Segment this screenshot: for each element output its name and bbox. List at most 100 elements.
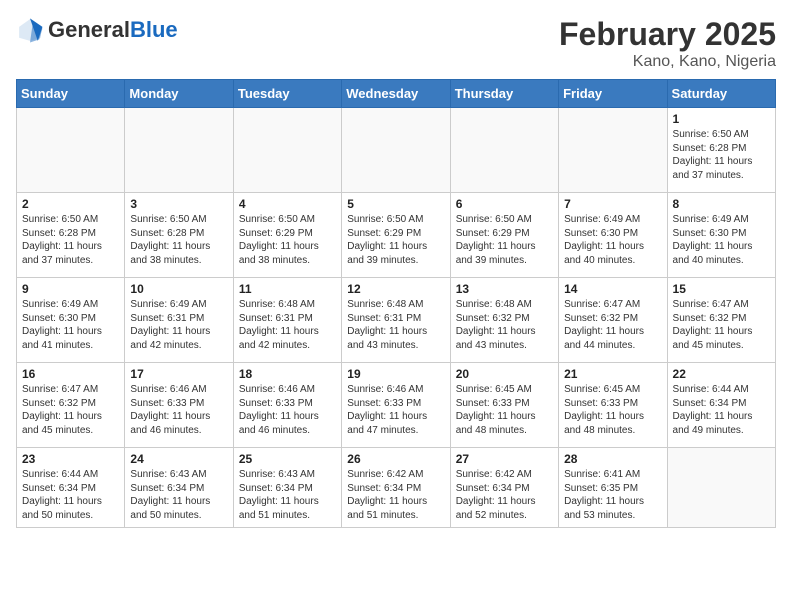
day-info: Sunrise: 6:41 AM Sunset: 6:35 PM Dayligh… (564, 468, 661, 522)
calendar-day-cell: 11 Sunrise: 6:48 AM Sunset: 6:31 PM Dayli… (233, 278, 341, 363)
calendar-day-cell: 27 Sunrise: 6:42 AM Sunset: 6:34 PM Dayli… (450, 448, 558, 528)
day-info: Sunrise: 6:42 AM Sunset: 6:34 PM Dayligh… (347, 468, 444, 522)
day-number: 15 (673, 282, 770, 296)
day-info: Sunrise: 6:46 AM Sunset: 6:33 PM Dayligh… (347, 383, 444, 437)
day-info: Sunrise: 6:44 AM Sunset: 6:34 PM Dayligh… (22, 468, 119, 522)
calendar-day-cell: 12 Sunrise: 6:48 AM Sunset: 6:31 PM Dayli… (342, 278, 450, 363)
calendar-week-3: 9 Sunrise: 6:49 AM Sunset: 6:30 PM Daylig… (17, 278, 776, 363)
calendar-day-cell: 18 Sunrise: 6:46 AM Sunset: 6:33 PM Dayli… (233, 363, 341, 448)
day-number: 22 (673, 367, 770, 381)
day-info: Sunrise: 6:49 AM Sunset: 6:30 PM Dayligh… (673, 213, 770, 267)
weekday-header-saturday: Saturday (667, 80, 775, 108)
calendar-day-cell: 26 Sunrise: 6:42 AM Sunset: 6:34 PM Dayli… (342, 448, 450, 528)
day-info: Sunrise: 6:50 AM Sunset: 6:29 PM Dayligh… (347, 213, 444, 267)
calendar-week-1: 1Sunrise: 6:50 AM Sunset: 6:28 PM Daylig… (17, 108, 776, 193)
calendar-day-cell: 19 Sunrise: 6:46 AM Sunset: 6:33 PM Dayli… (342, 363, 450, 448)
calendar-week-2: 2 Sunrise: 6:50 AM Sunset: 6:28 PM Daylig… (17, 193, 776, 278)
day-number: 10 (130, 282, 227, 296)
day-info: Sunrise: 6:43 AM Sunset: 6:34 PM Dayligh… (130, 468, 227, 522)
calendar-day-cell: 23 Sunrise: 6:44 AM Sunset: 6:34 PM Dayli… (17, 448, 125, 528)
logo-icon (16, 16, 44, 44)
day-number: 16 (22, 367, 119, 381)
day-info: Sunrise: 6:46 AM Sunset: 6:33 PM Dayligh… (130, 383, 227, 437)
calendar-day-cell (17, 108, 125, 193)
day-info: Sunrise: 6:45 AM Sunset: 6:33 PM Dayligh… (456, 383, 553, 437)
day-number: 26 (347, 452, 444, 466)
day-info: Sunrise: 6:49 AM Sunset: 6:31 PM Dayligh… (130, 298, 227, 352)
logo-text: General Blue (48, 18, 178, 42)
day-number: 25 (239, 452, 336, 466)
day-number: 24 (130, 452, 227, 466)
calendar-day-cell: 8 Sunrise: 6:49 AM Sunset: 6:30 PM Daylig… (667, 193, 775, 278)
weekday-header-thursday: Thursday (450, 80, 558, 108)
logo: General Blue (16, 16, 178, 44)
day-number: 17 (130, 367, 227, 381)
calendar-day-cell: 6Sunrise: 6:50 AM Sunset: 6:29 PM Daylig… (450, 193, 558, 278)
calendar-day-cell: 4Sunrise: 6:50 AM Sunset: 6:29 PM Daylig… (233, 193, 341, 278)
location-title: Kano, Kano, Nigeria (559, 53, 776, 71)
calendar-day-cell: 17 Sunrise: 6:46 AM Sunset: 6:33 PM Dayli… (125, 363, 233, 448)
calendar-day-cell: 15 Sunrise: 6:47 AM Sunset: 6:32 PM Dayli… (667, 278, 775, 363)
day-info: Sunrise: 6:50 AM Sunset: 6:28 PM Dayligh… (130, 213, 227, 267)
day-number: 27 (456, 452, 553, 466)
day-number: 2 (22, 197, 119, 211)
day-number: 5 (347, 197, 444, 211)
weekday-header-friday: Friday (559, 80, 667, 108)
page-header: General Blue February 2025 Kano, Kano, N… (16, 16, 776, 71)
calendar-day-cell: 14 Sunrise: 6:47 AM Sunset: 6:32 PM Dayli… (559, 278, 667, 363)
day-info: Sunrise: 6:48 AM Sunset: 6:31 PM Dayligh… (239, 298, 336, 352)
calendar-day-cell: 22 Sunrise: 6:44 AM Sunset: 6:34 PM Dayli… (667, 363, 775, 448)
day-number: 28 (564, 452, 661, 466)
day-number: 12 (347, 282, 444, 296)
day-info: Sunrise: 6:47 AM Sunset: 6:32 PM Dayligh… (673, 298, 770, 352)
day-info: Sunrise: 6:50 AM Sunset: 6:29 PM Dayligh… (456, 213, 553, 267)
day-number: 8 (673, 197, 770, 211)
day-number: 13 (456, 282, 553, 296)
day-number: 19 (347, 367, 444, 381)
title-block: February 2025 Kano, Kano, Nigeria (559, 16, 776, 71)
calendar-day-cell (125, 108, 233, 193)
day-info: Sunrise: 6:47 AM Sunset: 6:32 PM Dayligh… (564, 298, 661, 352)
day-info: Sunrise: 6:43 AM Sunset: 6:34 PM Dayligh… (239, 468, 336, 522)
day-number: 11 (239, 282, 336, 296)
calendar-week-5: 23 Sunrise: 6:44 AM Sunset: 6:34 PM Dayli… (17, 448, 776, 528)
calendar-day-cell: 21Sunrise: 6:45 AM Sunset: 6:33 PM Dayli… (559, 363, 667, 448)
calendar-day-cell (450, 108, 558, 193)
calendar-day-cell: 2 Sunrise: 6:50 AM Sunset: 6:28 PM Daylig… (17, 193, 125, 278)
day-info: Sunrise: 6:42 AM Sunset: 6:34 PM Dayligh… (456, 468, 553, 522)
calendar-day-cell: 10 Sunrise: 6:49 AM Sunset: 6:31 PM Dayli… (125, 278, 233, 363)
weekday-header-tuesday: Tuesday (233, 80, 341, 108)
day-number: 4 (239, 197, 336, 211)
weekday-header-row: SundayMondayTuesdayWednesdayThursdayFrid… (17, 80, 776, 108)
calendar-day-cell: 5 Sunrise: 6:50 AM Sunset: 6:29 PM Daylig… (342, 193, 450, 278)
calendar-day-cell: 20 Sunrise: 6:45 AM Sunset: 6:33 PM Dayli… (450, 363, 558, 448)
calendar-table: SundayMondayTuesdayWednesdayThursdayFrid… (16, 79, 776, 528)
calendar-day-cell: 3 Sunrise: 6:50 AM Sunset: 6:28 PM Daylig… (125, 193, 233, 278)
day-info: Sunrise: 6:47 AM Sunset: 6:32 PM Dayligh… (22, 383, 119, 437)
day-number: 18 (239, 367, 336, 381)
day-info: Sunrise: 6:48 AM Sunset: 6:31 PM Dayligh… (347, 298, 444, 352)
calendar-day-cell (667, 448, 775, 528)
calendar-day-cell (342, 108, 450, 193)
calendar-day-cell: 1Sunrise: 6:50 AM Sunset: 6:28 PM Daylig… (667, 108, 775, 193)
calendar-day-cell: 25 Sunrise: 6:43 AM Sunset: 6:34 PM Dayli… (233, 448, 341, 528)
day-number: 20 (456, 367, 553, 381)
day-info: Sunrise: 6:49 AM Sunset: 6:30 PM Dayligh… (564, 213, 661, 267)
day-number: 9 (22, 282, 119, 296)
day-info: Sunrise: 6:49 AM Sunset: 6:30 PM Dayligh… (22, 298, 119, 352)
day-info: Sunrise: 6:50 AM Sunset: 6:28 PM Dayligh… (22, 213, 119, 267)
day-info: Sunrise: 6:44 AM Sunset: 6:34 PM Dayligh… (673, 383, 770, 437)
calendar-day-cell: 24 Sunrise: 6:43 AM Sunset: 6:34 PM Dayli… (125, 448, 233, 528)
day-info: Sunrise: 6:46 AM Sunset: 6:33 PM Dayligh… (239, 383, 336, 437)
day-number: 7 (564, 197, 661, 211)
day-number: 1 (673, 112, 770, 126)
calendar-week-4: 16 Sunrise: 6:47 AM Sunset: 6:32 PM Dayli… (17, 363, 776, 448)
calendar-day-cell (559, 108, 667, 193)
day-number: 14 (564, 282, 661, 296)
day-number: 23 (22, 452, 119, 466)
calendar-day-cell: 9 Sunrise: 6:49 AM Sunset: 6:30 PM Daylig… (17, 278, 125, 363)
day-info: Sunrise: 6:48 AM Sunset: 6:32 PM Dayligh… (456, 298, 553, 352)
weekday-header-sunday: Sunday (17, 80, 125, 108)
weekday-header-wednesday: Wednesday (342, 80, 450, 108)
day-number: 3 (130, 197, 227, 211)
